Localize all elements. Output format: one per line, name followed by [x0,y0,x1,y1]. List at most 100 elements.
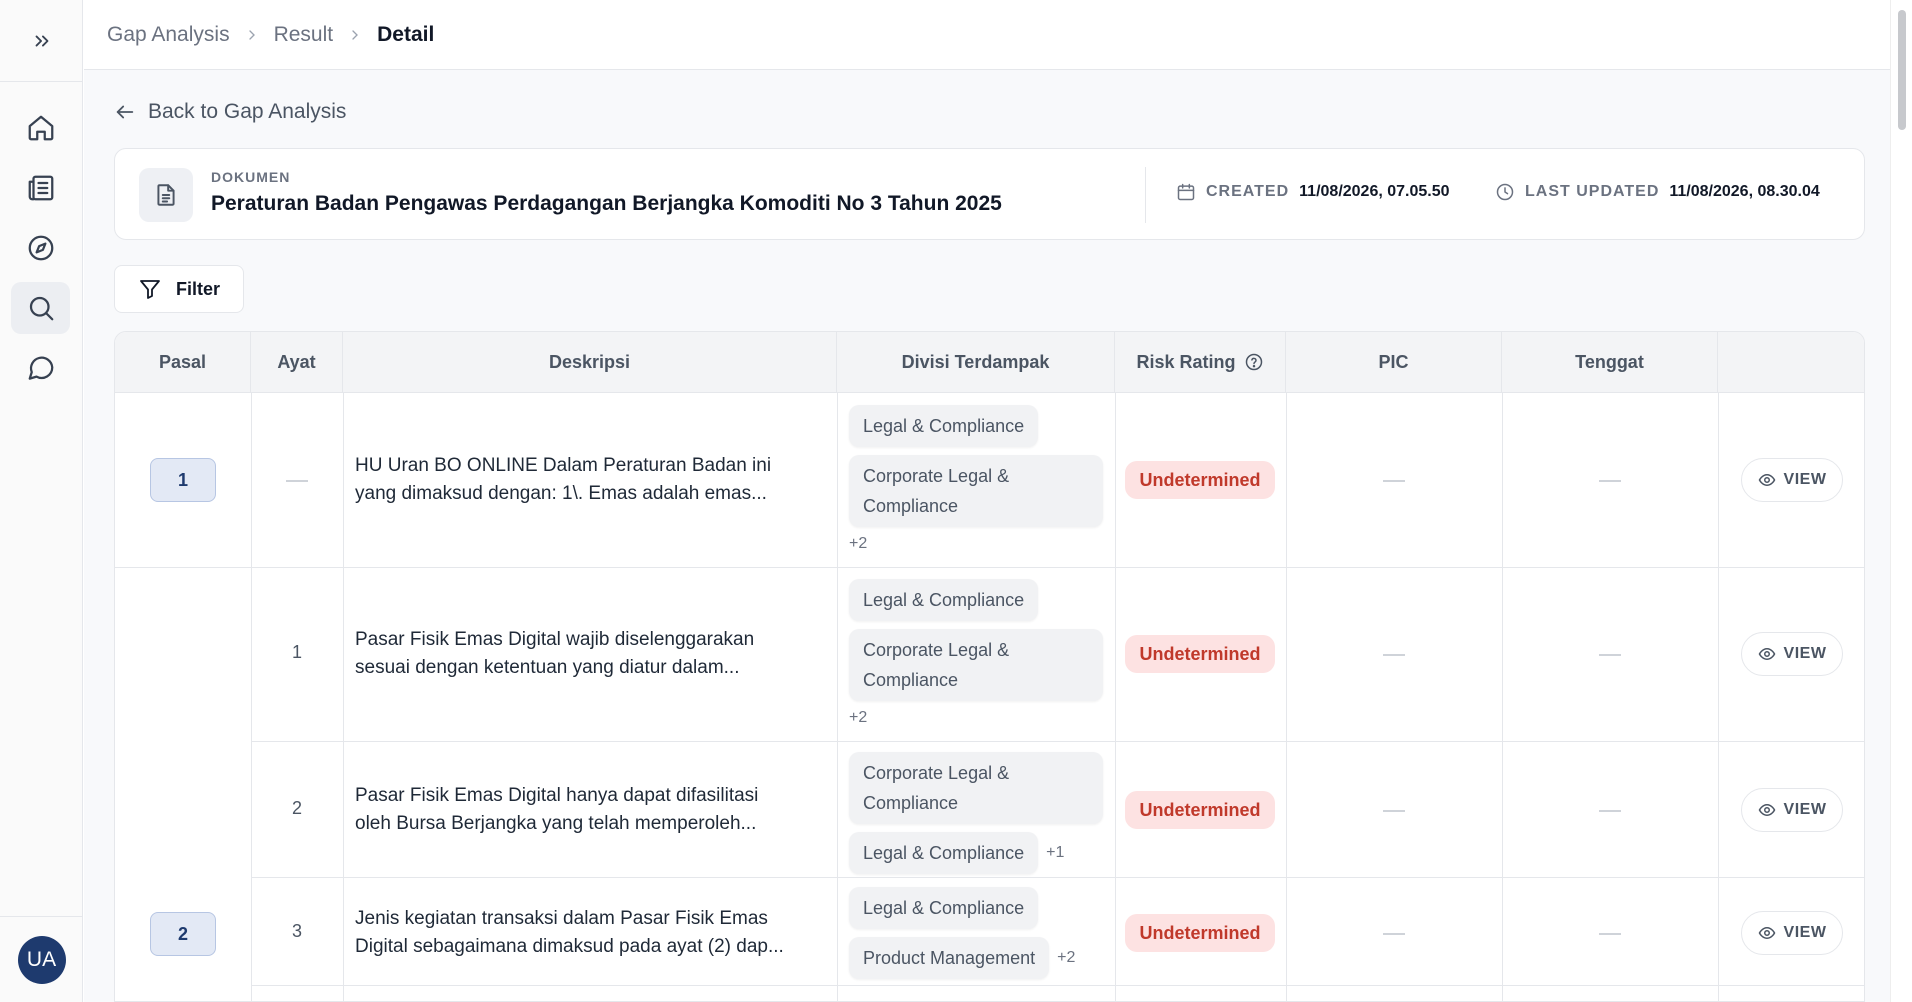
document-label: DOKUMEN [211,169,291,185]
eye-icon [1758,803,1775,817]
breadcrumb-result[interactable]: Result [274,23,334,47]
empty-tenggat-dash [1599,933,1621,935]
view-button[interactable]: VIEW [1741,911,1843,955]
updated-value: 11/08/2026, 08.30.04 [1669,183,1820,200]
calendar-icon [1177,183,1195,201]
back-link-label: Back to Gap Analysis [148,100,347,123]
view-label: VIEW [1783,801,1827,818]
clock-icon [1496,183,1514,201]
divider [1115,393,1116,1001]
risk-badge: Undetermined [1125,791,1275,829]
gap-analysis-table: Pasal Ayat Deskripsi Divisi Terdampak Ri… [114,331,1865,1002]
eye-icon [1758,926,1775,940]
divider [837,393,838,1001]
help-circle-icon[interactable] [1244,352,1264,372]
description-cell: Pasar Fisik Emas Digital hanya dapat dif… [355,782,835,838]
more-divisions[interactable]: +2 [849,535,867,553]
breadcrumb-gap-analysis[interactable]: Gap Analysis [107,23,230,47]
division-chip: Legal & Compliance [849,579,1039,621]
back-link[interactable]: Back to Gap Analysis [114,100,346,124]
sidebar: UA [0,0,83,1002]
nav-documents[interactable] [11,162,70,214]
empty-pic-dash [1383,810,1405,812]
ayat-number: 1 [291,642,302,662]
search-icon [29,296,53,321]
divider [251,393,252,1001]
division-chip: Corporate Legal & Compliance [849,629,1103,701]
view-label: VIEW [1783,471,1827,488]
compass-icon [28,235,53,261]
pasal-badge: 2 [150,912,216,956]
header-pasal[interactable]: Pasal [115,332,251,393]
view-button[interactable]: VIEW [1741,458,1843,502]
empty-ayat-dash [286,480,308,482]
avatar[interactable]: UA [17,935,66,984]
header-deskripsi[interactable]: Deskripsi [343,332,837,393]
eye-icon [1758,473,1775,487]
arrow-left-icon [116,105,134,119]
header-actions [1718,332,1864,393]
created-label: CREATED [1206,183,1290,200]
view-button[interactable]: VIEW [1741,632,1843,676]
message-circle-icon [28,356,53,380]
header-tenggat[interactable]: Tenggat [1502,332,1718,393]
more-divisions[interactable]: +1 [1046,844,1064,862]
nav-explore[interactable] [11,222,70,274]
nav-search[interactable] [11,282,70,334]
header-divisi[interactable]: Divisi Terdampak [837,332,1115,393]
divider [251,741,1864,742]
more-divisions[interactable]: +2 [849,709,867,727]
divider [115,567,1864,568]
file-text-icon [139,168,193,222]
divisi-chips: Legal & Compliance Corporate Legal & Com… [849,405,1111,553]
divider [1286,393,1287,1001]
updated-label: LAST UPDATED [1525,183,1660,200]
divider [343,393,344,1001]
divisi-chips: Corporate Legal & Compliance Legal & Com… [849,752,1111,874]
division-chip: Product Management [849,937,1050,979]
description-line: Pasar Fisik Emas Digital hanya dapat dif… [355,785,759,806]
chevrons-right-icon [35,35,48,46]
empty-tenggat-dash [1599,654,1621,656]
filter-icon [140,280,160,299]
filter-label: Filter [175,278,220,299]
scrollbar[interactable] [1890,0,1912,1002]
nav-chat[interactable] [11,342,70,394]
home-icon [28,115,53,141]
divider [251,877,1864,878]
division-chip: Corporate Legal & Compliance [849,752,1103,824]
empty-tenggat-dash [1599,480,1621,482]
created-meta: CREATED 11/08/2026, 07.05.50 [1176,182,1450,202]
description-line: yang dimaksud dengan: 1\. Emas adalah em… [355,483,767,504]
empty-pic-dash [1383,654,1405,656]
header-ayat[interactable]: Ayat [251,332,343,393]
ayat-number: 2 [291,798,302,818]
division-chip: Legal & Compliance [849,887,1039,929]
divisi-chips: Legal & Compliance Corporate Legal & Com… [849,579,1111,727]
description-cell: Pasar Fisik Emas Digital wajib diselengg… [355,626,835,682]
division-chip: Legal & Compliance [849,405,1039,447]
more-divisions[interactable]: +2 [1057,949,1075,967]
expand-sidebar-button[interactable] [0,0,83,82]
empty-tenggat-dash [1599,810,1621,812]
view-label: VIEW [1783,645,1827,662]
description-line: sesuai dengan ketentuan yang diatur dala… [355,657,740,678]
pasal-badge: 1 [150,458,216,502]
filter-button[interactable]: Filter [114,265,244,313]
divider [251,985,1864,986]
document-title: Peraturan Badan Pengawas Perdagangan Ber… [211,192,1002,215]
nav-home[interactable] [11,102,70,154]
header-pic[interactable]: PIC [1286,332,1502,393]
risk-badge: Undetermined [1125,914,1275,952]
newspaper-icon [28,175,53,201]
empty-pic-dash [1383,480,1405,482]
document-card: DOKUMEN Peraturan Badan Pengawas Perdaga… [114,148,1865,240]
description-line: Jenis kegiatan transaksi dalam Pasar Fis… [355,908,768,929]
updated-meta: LAST UPDATED 11/08/2026, 08.30.04 [1495,182,1820,202]
divider [1718,393,1719,1001]
header-risk-rating[interactable]: Risk Rating [1115,332,1286,393]
scrollbar-thumb[interactable] [1898,10,1906,130]
description-line: oleh Bursa Berjangka yang telah memperol… [355,813,757,834]
division-chip: Corporate Legal & Compliance [849,455,1103,527]
view-button[interactable]: VIEW [1741,788,1843,832]
